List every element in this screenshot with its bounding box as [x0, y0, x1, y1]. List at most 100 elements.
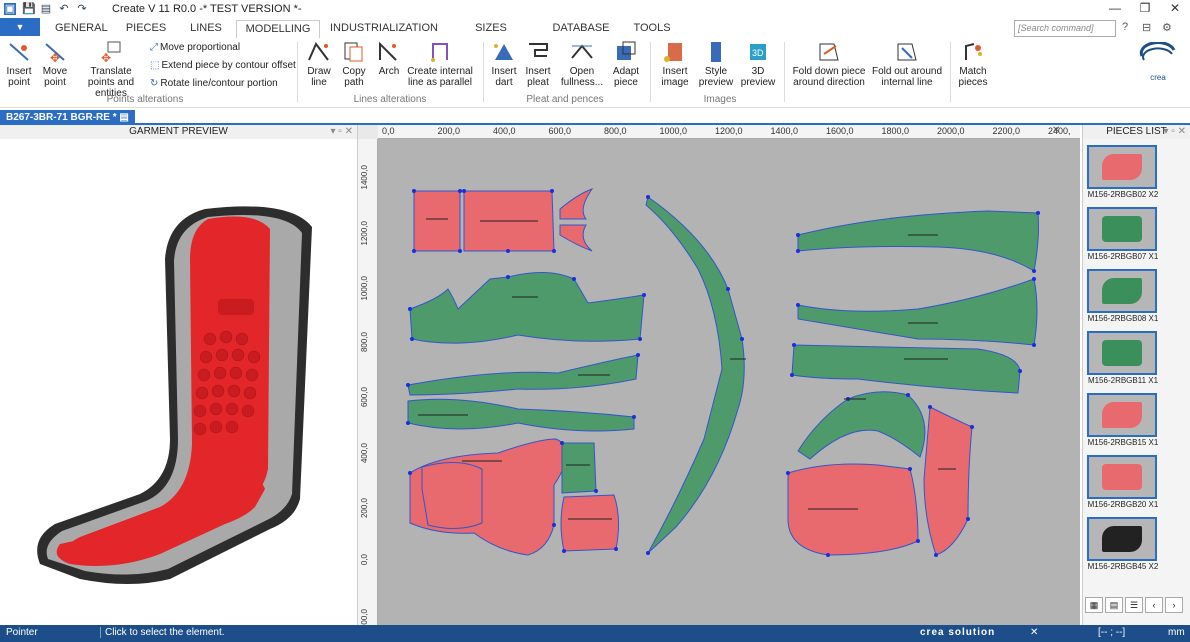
piece-list-item[interactable]: M156-2RBGB15 X1: [1087, 393, 1159, 453]
draw-line-button[interactable]: Draw line: [303, 40, 335, 88]
pattern-piece: [923, 406, 973, 556]
undo-icon[interactable]: ↶: [58, 3, 70, 15]
canvas-close-icon[interactable]: ✕: [1052, 125, 1060, 136]
piece-list-item[interactable]: M156-2RBGB20 X1: [1087, 455, 1159, 515]
create-internal-line-button[interactable]: Create internal line as parallel: [406, 40, 474, 88]
tab-sizes-grading[interactable]: SIZES GRADING: [450, 20, 532, 50]
piece-list-item[interactable]: M156-2RBGB11 X1: [1087, 331, 1159, 391]
garment-preview-title: GARMENT PREVIEW: [129, 126, 228, 137]
ruler-tick-label: 200,0: [437, 126, 461, 136]
tab-lines[interactable]: LINES: [184, 20, 228, 38]
rotate-line-label: Rotate line/contour portion: [160, 78, 278, 89]
save-all-icon[interactable]: ▤: [40, 3, 52, 15]
prev-icon[interactable]: ‹: [1145, 597, 1163, 613]
pieces-list-toolbar: ▦ ▤ ☰ ‹ ›: [1083, 597, 1190, 617]
create-internal-line-icon: [431, 43, 448, 62]
ruler-tick-label: 600,0: [360, 387, 369, 408]
rotate-line-icon: ↻: [150, 78, 159, 89]
style-preview-label: Style preview: [698, 66, 734, 88]
insert-pleat-button[interactable]: Insert pleat: [522, 40, 554, 88]
move-proportional-button[interactable]: ⤢ Move proportional: [150, 42, 240, 53]
style-preview-button[interactable]: Style preview: [698, 40, 734, 88]
piece-name: M156-2RBGB15 X1: [1087, 438, 1159, 447]
move-point-button[interactable]: ✥ Move point: [38, 40, 72, 88]
piece-name: M156-2RBGB07 X1: [1087, 252, 1159, 261]
piece-list-item[interactable]: M156-2RBGB02 X2: [1087, 145, 1159, 205]
ruler-tick-label: 800,0: [604, 126, 627, 136]
pieces-list-title: PIECES LIST: [1106, 126, 1167, 137]
group-separator: [650, 42, 651, 102]
insert-dart-button[interactable]: Insert dart: [488, 40, 520, 88]
piece-thumbnail: [1087, 331, 1157, 375]
ruler-tick-label: 2200,0: [992, 126, 1021, 136]
piece-list-item[interactable]: M156-2RBGB07 X1: [1087, 207, 1159, 267]
copy-path-icon: [344, 42, 363, 62]
match-pieces-button[interactable]: Match pieces: [956, 40, 990, 88]
3d-preview-button[interactable]: 3D 3D preview: [740, 40, 776, 88]
piece-thumbnail: [1087, 145, 1157, 189]
insert-pleat-icon: [529, 43, 548, 57]
fold-out-button[interactable]: Fold out around internal line: [870, 40, 944, 88]
rotate-line-button[interactable]: ↻ Rotate line/contour portion: [150, 78, 278, 89]
group-label-points: Points alterations: [106, 94, 184, 105]
piece-thumbnail: [1087, 207, 1157, 251]
piece-list-item[interactable]: M156-2RBGB45 X2: [1087, 517, 1159, 577]
ruler-tick-label: 600,0: [548, 126, 572, 136]
status-close-icon[interactable]: ✕: [1030, 627, 1038, 638]
svg-text:✥: ✥: [101, 51, 111, 64]
insert-dart-icon: [494, 44, 513, 60]
tab-general[interactable]: GENERAL: [55, 20, 108, 38]
tab-pieces[interactable]: PIECES: [122, 20, 170, 38]
pattern-canvas[interactable]: [378, 139, 1080, 625]
piece-name: M156-2RBGB02 X2: [1087, 190, 1159, 199]
ruler-tick-label: 2000,0: [937, 126, 965, 136]
help-icon[interactable]: ?: [1122, 21, 1128, 33]
copy-path-label: Copy path: [342, 66, 366, 88]
redo-icon[interactable]: ↷: [76, 3, 88, 15]
search-command-input[interactable]: [Search command]: [1014, 20, 1116, 37]
group-separator: [483, 42, 484, 102]
insert-image-button[interactable]: Insert image: [658, 40, 692, 88]
grid-view-icon[interactable]: ▦: [1085, 597, 1103, 613]
extend-piece-button[interactable]: ⬚ Extend piece by contour offset: [150, 60, 296, 71]
pattern-piece: [559, 188, 594, 220]
group-label-images: Images: [703, 94, 737, 105]
piece-name: M156-2RBGB45 X2: [1087, 562, 1159, 571]
insert-point-button[interactable]: Insert point: [3, 40, 35, 88]
ruler-tick-label: 1000,0: [360, 276, 369, 301]
next-icon[interactable]: ›: [1165, 597, 1183, 613]
group-label-lines: Lines alterations: [353, 94, 427, 105]
save-icon[interactable]: 💾: [22, 3, 36, 15]
fold-down-piece-button[interactable]: Fold down piece around direction: [790, 40, 868, 88]
tab-database[interactable]: DATABASE: [550, 20, 612, 38]
tab-industrialization[interactable]: INDUSTRIALIZATION: [330, 20, 438, 38]
panel-controls-icon[interactable]: ▾ ▫ ✕: [331, 125, 354, 139]
document-tab[interactable]: B267-3BR-71 BGR-RE * ▤: [0, 110, 135, 125]
panel-controls-icon[interactable]: ▾ ▫ ✕: [1164, 125, 1187, 139]
group-separator: [784, 42, 785, 102]
crea-logo: crea: [1136, 41, 1180, 82]
copy-path-button[interactable]: Copy path: [338, 40, 370, 88]
filter-icon[interactable]: ▤: [1105, 597, 1123, 613]
ribbon: Insert point ✥ Move point ✥ Translate po…: [0, 38, 1190, 108]
move-point-icon: ✥: [45, 43, 65, 64]
list-view-icon[interactable]: ☰: [1125, 597, 1143, 613]
svg-text:3D: 3D: [752, 48, 764, 58]
open-fullness-button[interactable]: Open fullness...: [558, 40, 606, 88]
translate-points-button[interactable]: ✥ Translate points and entities: [76, 40, 146, 99]
tab-modelling[interactable]: MODELLING: [236, 20, 320, 38]
minimize-button[interactable]: —: [1100, 0, 1130, 16]
tab-tools[interactable]: TOOLS: [630, 20, 674, 38]
piece-shape: [1102, 278, 1142, 304]
arch-button[interactable]: Arch: [373, 40, 405, 77]
adapt-piece-button[interactable]: Adapt piece: [610, 40, 642, 88]
minimize-ribbon-icon[interactable]: ⊟: [1142, 21, 1151, 34]
file-menu-button[interactable]: ▼: [0, 18, 40, 36]
piece-list-item[interactable]: M156-2RBGB08 X1: [1087, 269, 1159, 329]
garment-preview-panel: GARMENT PREVIEW ▾ ▫ ✕: [0, 125, 358, 625]
close-button[interactable]: ✕: [1160, 0, 1190, 16]
vertical-ruler: 1400,0 1200,0 1000,0 800,0 600,0 400,0 200,0 0,…: [358, 139, 378, 632]
restore-button[interactable]: ❐: [1130, 0, 1160, 16]
match-pieces-icon: [965, 43, 982, 60]
settings-icon[interactable]: ⚙: [1162, 21, 1172, 34]
